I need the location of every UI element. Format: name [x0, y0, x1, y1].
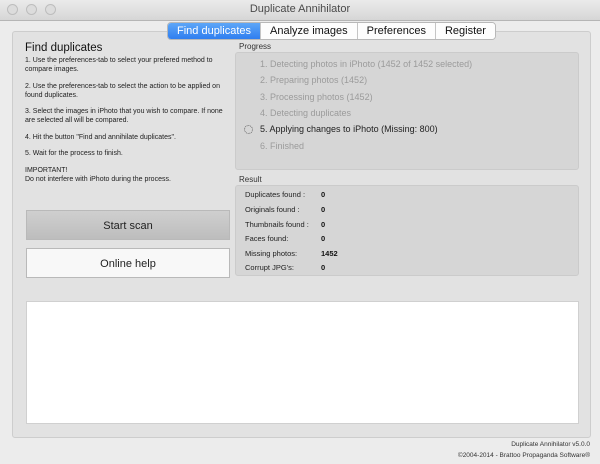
progress-step: 1. Detecting photos in iPhoto (1452 of 1…: [260, 59, 473, 69]
important-heading: IMPORTANT!: [25, 166, 68, 174]
instruction-step: 2. Use the preferences-tab to select the…: [25, 82, 220, 99]
title-bar: Duplicate Annihilator: [0, 0, 600, 21]
progress-step: 2. Preparing photos (1452): [260, 75, 368, 85]
result-row-value: 0: [321, 234, 326, 243]
result-row-label: Corrupt JPG's:: [245, 263, 294, 272]
result-label: Result: [239, 175, 262, 184]
tab-register[interactable]: Register: [434, 23, 495, 39]
result-row-value: 0: [321, 220, 326, 229]
online-help-button[interactable]: Online help: [26, 248, 230, 278]
progress-step: 4. Detecting duplicates: [260, 108, 352, 118]
progress-label: Progress: [239, 42, 272, 51]
instruction-step: 5. Wait for the process to finish.: [25, 150, 123, 157]
result-row-label: Originals found :: [245, 205, 300, 214]
instructions-title: Find duplicates: [25, 42, 103, 54]
result-row-label: Duplicates found :: [245, 190, 306, 199]
start-scan-button[interactable]: Start scan: [26, 210, 230, 240]
copyright-text: ©2004-2014 - Brattoo Propaganda Software…: [457, 452, 590, 459]
instruction-step: 1. Use the preferences-tab to select you…: [25, 57, 213, 73]
log-output-area[interactable]: [26, 301, 579, 424]
instructions-list: 1. Use the preferences-tab to select you…: [25, 56, 230, 184]
tab-bar: Find duplicates Analyze images Preferenc…: [167, 22, 496, 40]
tab-analyze-images[interactable]: Analyze images: [260, 23, 357, 39]
tab-preferences[interactable]: Preferences: [356, 23, 435, 39]
result-row-value: 0: [321, 205, 326, 214]
window-title: Duplicate Annihilator: [249, 3, 351, 15]
spinner-icon: [244, 125, 253, 134]
version-text: Duplicate Annihilator v5.0.0: [511, 441, 590, 448]
progress-step: 6. Finished: [260, 141, 305, 151]
tab-find-duplicates[interactable]: Find duplicates: [168, 23, 260, 39]
result-row-value: 1452: [321, 249, 338, 258]
result-row-label: Thumbnails found :: [245, 220, 309, 229]
instruction-step: 4. Hit the button "Find and annihilate d…: [25, 133, 176, 141]
result-row-label: Missing photos:: [245, 249, 298, 258]
result-row-value: 0: [321, 263, 326, 272]
result-row-label: Faces found:: [245, 234, 289, 243]
result-row-value: 0: [321, 190, 326, 199]
progress-step-current: 5. Applying changes to iPhoto (Missing: …: [260, 124, 438, 134]
important-text: Do not interfere with iPhoto during the …: [25, 175, 171, 183]
instruction-step: 3. Select the images in iPhoto that you …: [25, 108, 223, 124]
progress-step: 3. Processing photos (1452): [260, 92, 373, 102]
